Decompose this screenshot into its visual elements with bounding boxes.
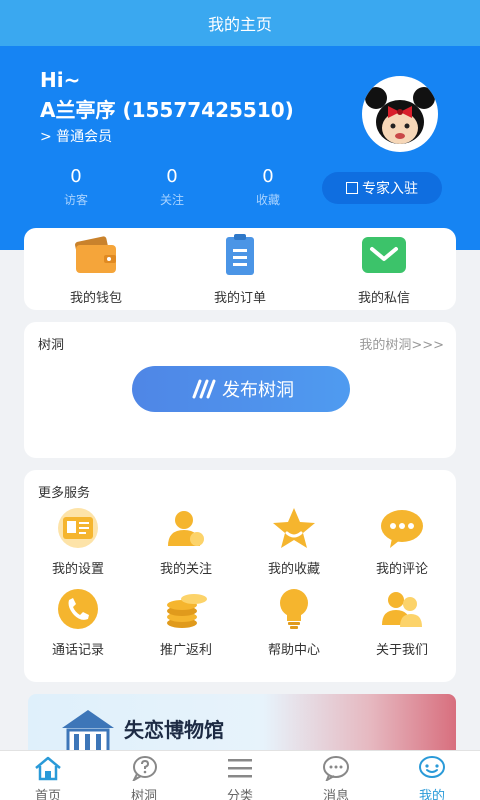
expert-signup-button[interactable]: 专家入驻 xyxy=(322,172,442,204)
stat-visitors[interactable]: 0 访客 xyxy=(28,166,124,208)
greeting: Hi~ xyxy=(40,68,81,92)
slashes-icon xyxy=(192,379,216,399)
services-grid: 我的设置 我的关注 我的收藏 我的评论 通话记录 推广返利 帮助中心 关于我们 xyxy=(24,506,456,658)
service-label: 通话记录 xyxy=(51,643,104,658)
stat-value: 0 xyxy=(70,166,82,187)
expert-signup-label: 专家入驻 xyxy=(362,181,418,197)
tab-category[interactable]: 分类 xyxy=(192,751,288,800)
user-icon xyxy=(168,511,204,546)
messages-item[interactable]: 我的私信 xyxy=(324,233,444,306)
service-help[interactable]: 帮助中心 xyxy=(240,587,348,658)
wallet-label: 我的钱包 xyxy=(69,290,122,306)
service-follows[interactable]: 我的关注 xyxy=(132,506,240,577)
service-label: 推广返利 xyxy=(159,643,212,658)
service-rebate[interactable]: 推广返利 xyxy=(132,587,240,658)
tab-treehole[interactable]: 树洞 xyxy=(96,751,192,800)
promo-banner[interactable]: 失恋博物馆 xyxy=(28,694,456,750)
comment-icon xyxy=(381,510,423,548)
treehole-title: 树洞 xyxy=(38,338,65,353)
avatar-image xyxy=(365,87,435,144)
coins-icon xyxy=(167,594,207,628)
service-favorites[interactable]: 我的收藏 xyxy=(240,506,348,577)
service-label: 我的关注 xyxy=(159,562,212,577)
tab-label: 分类 xyxy=(226,789,253,800)
profile-header: Hi~ A兰亭序 (15577425510) > 普通会员 0 访客 0 关注 … xyxy=(0,46,480,250)
stat-favorites[interactable]: 0 收藏 xyxy=(220,166,316,208)
stat-value: 0 xyxy=(262,166,274,187)
tab-profile[interactable]: 我的 xyxy=(384,751,480,800)
top-bar: 我的主页 xyxy=(0,0,480,46)
tab-label: 首页 xyxy=(34,789,61,800)
bottom-tab-bar: 首页 树洞 分类 消息 我的 xyxy=(0,750,480,800)
envelope-icon xyxy=(362,236,406,273)
banner-title: 失恋博物馆 xyxy=(124,718,224,742)
phone-icon xyxy=(58,589,98,629)
stat-value: 0 xyxy=(166,166,178,187)
home-icon xyxy=(35,756,61,781)
messages-label: 我的私信 xyxy=(357,290,410,306)
service-label: 我的收藏 xyxy=(267,562,320,577)
checkbox-icon xyxy=(346,182,358,194)
service-comments[interactable]: 我的评论 xyxy=(348,506,456,577)
service-label: 关于我们 xyxy=(375,643,428,658)
page-title: 我的主页 xyxy=(207,15,272,34)
stat-label: 收藏 xyxy=(255,193,280,207)
membership-link[interactable]: > 普通会员 xyxy=(40,126,112,146)
avatar[interactable] xyxy=(362,76,438,152)
users-icon xyxy=(382,592,422,627)
id-card-icon xyxy=(58,508,98,548)
message-icon xyxy=(323,756,349,783)
orders-item[interactable]: 我的订单 xyxy=(180,233,300,306)
stat-label: 关注 xyxy=(159,193,184,207)
quick-actions-card: 我的钱包 我的订单 我的私信 xyxy=(24,228,456,310)
question-bubble-icon xyxy=(131,756,157,783)
tab-label: 消息 xyxy=(322,789,349,800)
service-about[interactable]: 关于我们 xyxy=(348,587,456,658)
tab-messages[interactable]: 消息 xyxy=(288,751,384,800)
stat-follows[interactable]: 0 关注 xyxy=(124,166,220,208)
profile-icon xyxy=(419,756,445,778)
service-label: 我的设置 xyxy=(51,562,104,577)
wallet-icon xyxy=(75,235,116,273)
clipboard-icon xyxy=(226,233,254,275)
publish-treehole-label: 发布树洞 xyxy=(222,380,294,401)
service-call-log[interactable]: 通话记录 xyxy=(24,587,132,658)
service-label: 帮助中心 xyxy=(267,643,320,658)
treehole-card: 树洞 我的树洞>>> 发布树洞 xyxy=(24,322,456,458)
museum-icon xyxy=(62,710,114,750)
lightbulb-icon xyxy=(280,589,308,629)
star-icon xyxy=(273,508,315,548)
stat-label: 访客 xyxy=(63,193,88,207)
services-title: 更多服务 xyxy=(38,486,91,501)
service-label: 我的评论 xyxy=(375,562,428,577)
more-services-card: 更多服务 我的设置 我的关注 我的收藏 我的评论 通话记录 推广返利 帮助中心 … xyxy=(24,470,456,682)
list-icon xyxy=(228,759,252,778)
tab-label: 树洞 xyxy=(130,789,157,800)
tab-home[interactable]: 首页 xyxy=(0,751,96,800)
stats-row: 0 访客 0 关注 0 收藏 xyxy=(28,166,316,208)
tab-label: 我的 xyxy=(418,789,445,800)
service-settings[interactable]: 我的设置 xyxy=(24,506,132,577)
publish-treehole-button[interactable]: 发布树洞 xyxy=(132,366,350,412)
my-treehole-link[interactable]: 我的树洞>>> xyxy=(359,334,444,353)
wallet-item[interactable]: 我的钱包 xyxy=(36,233,156,306)
orders-label: 我的订单 xyxy=(213,290,266,306)
user-name: A兰亭序 (15577425510) xyxy=(40,98,294,122)
